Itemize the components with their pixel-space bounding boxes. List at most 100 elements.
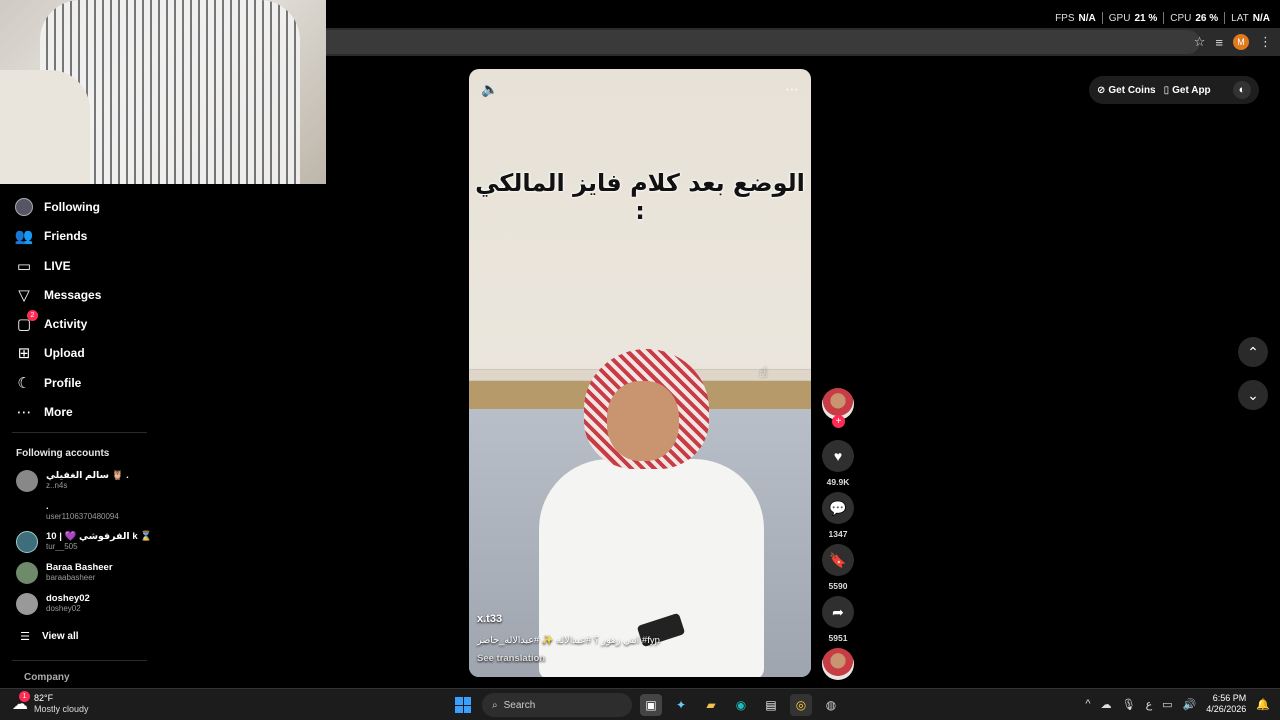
notification-bell-icon[interactable]: 🔔 [1256, 698, 1270, 711]
copilot-icon[interactable]: ✦ [670, 694, 692, 716]
obs-icon[interactable]: ◍ [820, 694, 842, 716]
sidebar-item-messages[interactable]: ▽ Messages [14, 283, 101, 307]
browser-menu-icon[interactable]: ⋮ [1259, 34, 1272, 50]
browser-toolbar-icons: ☆ ≡ M ⋮ [1194, 34, 1272, 50]
task-view-icon[interactable]: ▣ [640, 694, 662, 716]
sidebar-item-following[interactable]: Following [14, 195, 100, 219]
company-link[interactable]: Company [24, 672, 70, 683]
sidebar-item-label: Friends [44, 229, 88, 243]
bookmark-star-icon[interactable]: ☆ [1194, 34, 1206, 50]
volume-icon[interactable]: 🔈 [481, 81, 498, 98]
top-right-actions: ⊘ Get Coins ▯ Get App ◐ [1089, 76, 1259, 104]
taskbar-apps: ⌕ Search ▣ ✦ ▰ ◉ ▤ ◎ ◍ [452, 693, 842, 717]
video-top-controls: 🔈 ⋯ [481, 81, 799, 98]
sidebar: Following 👥 Friends ▭ LIVE ▽ Messages ▢ 2… [0, 184, 152, 688]
file-explorer-icon[interactable]: ▰ [700, 694, 722, 716]
clock[interactable]: 6:56 PM 4/26/2026 [1206, 693, 1246, 715]
heart-icon: ♥ [833, 448, 843, 464]
share-icon: ➦ [832, 603, 844, 620]
search-icon: ⌕ [492, 699, 498, 711]
avatar [16, 593, 38, 615]
sidebar-item-activity[interactable]: ▢ 2 Activity [14, 310, 88, 336]
like-count: 49.9K [826, 477, 850, 487]
system-tray: ^ ☁ 🎙 ع ▭ 🔊 6:56 PM 4/26/2026 🔔 [1085, 693, 1270, 715]
sidebar-divider [12, 432, 147, 433]
gpu-stat: GPU 21 % [1108, 12, 1158, 24]
share-button[interactable]: ➦ [822, 596, 854, 628]
video-face [607, 381, 679, 461]
weather-condition: Mostly cloudy [34, 704, 89, 714]
following-account[interactable]: 10 | 💜 الفرفوشي k ⌛ tur__505 [16, 529, 152, 555]
get-app-button[interactable]: ▯ Get App [1164, 85, 1211, 96]
sidebar-item-friends[interactable]: 👥 Friends [14, 224, 88, 248]
weather-widget[interactable]: ☁ 1 82°F Mostly cloudy [12, 691, 89, 715]
follow-plus-icon[interactable]: + [832, 415, 845, 428]
edge-icon[interactable]: ◉ [730, 694, 752, 716]
sidebar-item-label: LIVE [44, 259, 71, 273]
following-account[interactable]: doshey02 doshey02 [16, 591, 90, 617]
account-username: baraabasheer [46, 573, 96, 582]
video-person [529, 349, 769, 677]
account-name: Baraa Basheer [46, 562, 113, 573]
cloud-icon[interactable]: ☁ [1101, 698, 1112, 711]
cloudy-weather-icon: ☁ 1 [12, 691, 30, 713]
more-icon: ⋯ [16, 404, 32, 421]
account-name: سالم الغفيلي 🦉 . [46, 470, 129, 481]
share-count: 5951 [828, 633, 848, 643]
view-all-link[interactable]: ☰ View all [18, 624, 78, 648]
following-account[interactable]: Baraa Basheer baraabasheer [16, 560, 113, 586]
taskbar-search[interactable]: ⌕ Search [482, 693, 632, 717]
chrome-icon[interactable]: ◎ [790, 694, 812, 716]
more-options-icon[interactable]: ⋯ [785, 81, 799, 98]
save-count: 5590 [828, 581, 848, 591]
avatar [16, 501, 38, 523]
dark-mode-icon[interactable]: ◐ [1233, 81, 1251, 99]
sidebar-item-upload[interactable]: ⊞ Upload [14, 341, 85, 365]
account-username: z..n4s [46, 481, 68, 490]
list-icon: ☰ [20, 630, 30, 643]
volume-icon[interactable]: 🔊 [1183, 698, 1197, 711]
store-icon[interactable]: ▤ [760, 694, 782, 716]
previous-video-button[interactable]: ⌃ [1238, 337, 1268, 367]
get-app-label: Get App [1172, 84, 1211, 96]
sidebar-item-label: Activity [44, 317, 88, 331]
fps-stat: FPS N/A [1055, 12, 1096, 24]
following-account[interactable]: . user1106370480094 [16, 499, 119, 525]
sidebar-item-more[interactable]: ⋯ More [14, 400, 73, 424]
activity-badge: 2 [27, 310, 38, 321]
profile-avatar[interactable]: M [1233, 34, 1249, 50]
chevron-up-icon: ⌃ [1247, 343, 1259, 360]
weather-temp: 82°F [34, 693, 54, 703]
network-icon[interactable]: ▭ [1162, 698, 1172, 711]
video-author[interactable]: x.t33 [477, 613, 502, 625]
sidebar-item-profile[interactable]: ☾ Profile [14, 371, 81, 395]
activity-icon: ▢ 2 [14, 310, 38, 334]
upload-icon: ⊞ [17, 345, 31, 362]
next-video-button[interactable]: ⌄ [1238, 380, 1268, 410]
account-name: . [46, 501, 49, 512]
chevron-down-icon: ⌄ [1247, 386, 1259, 403]
microphone-icon[interactable]: 🎙 [1122, 698, 1136, 711]
following-account[interactable]: سالم الغفيلي 🦉 . z..n4s [16, 468, 129, 494]
sound-disc-avatar[interactable] [822, 648, 854, 680]
performance-overlay: FPS N/A GPU 21 % CPU 26 % LAT N/A [1055, 12, 1270, 24]
language-icon[interactable]: ع [1146, 698, 1153, 711]
sidebar-divider [12, 660, 147, 661]
cpu-stat: CPU 26 % [1170, 12, 1219, 24]
see-translation-link[interactable]: See translation [477, 653, 545, 664]
comment-count: 1347 [828, 529, 848, 539]
windows-start-icon[interactable] [452, 694, 474, 716]
save-button[interactable]: 🔖 [822, 544, 854, 576]
hand-cursor-icon: ☝ [759, 364, 768, 380]
get-coins-button[interactable]: ⊘ Get Coins [1097, 85, 1156, 96]
chevron-up-icon[interactable]: ^ [1085, 698, 1090, 710]
sidebar-item-label: Messages [44, 288, 102, 302]
avatar [16, 470, 38, 492]
media-controls-icon[interactable]: ≡ [1215, 35, 1223, 50]
account-name: doshey02 [46, 593, 90, 604]
sidebar-item-live[interactable]: ▭ LIVE [14, 254, 71, 278]
webcam-overlay [0, 0, 326, 184]
friends-icon: 👥 [14, 228, 34, 245]
like-button[interactable]: ♥ [822, 440, 854, 472]
comment-button[interactable]: 💬 [822, 492, 854, 524]
